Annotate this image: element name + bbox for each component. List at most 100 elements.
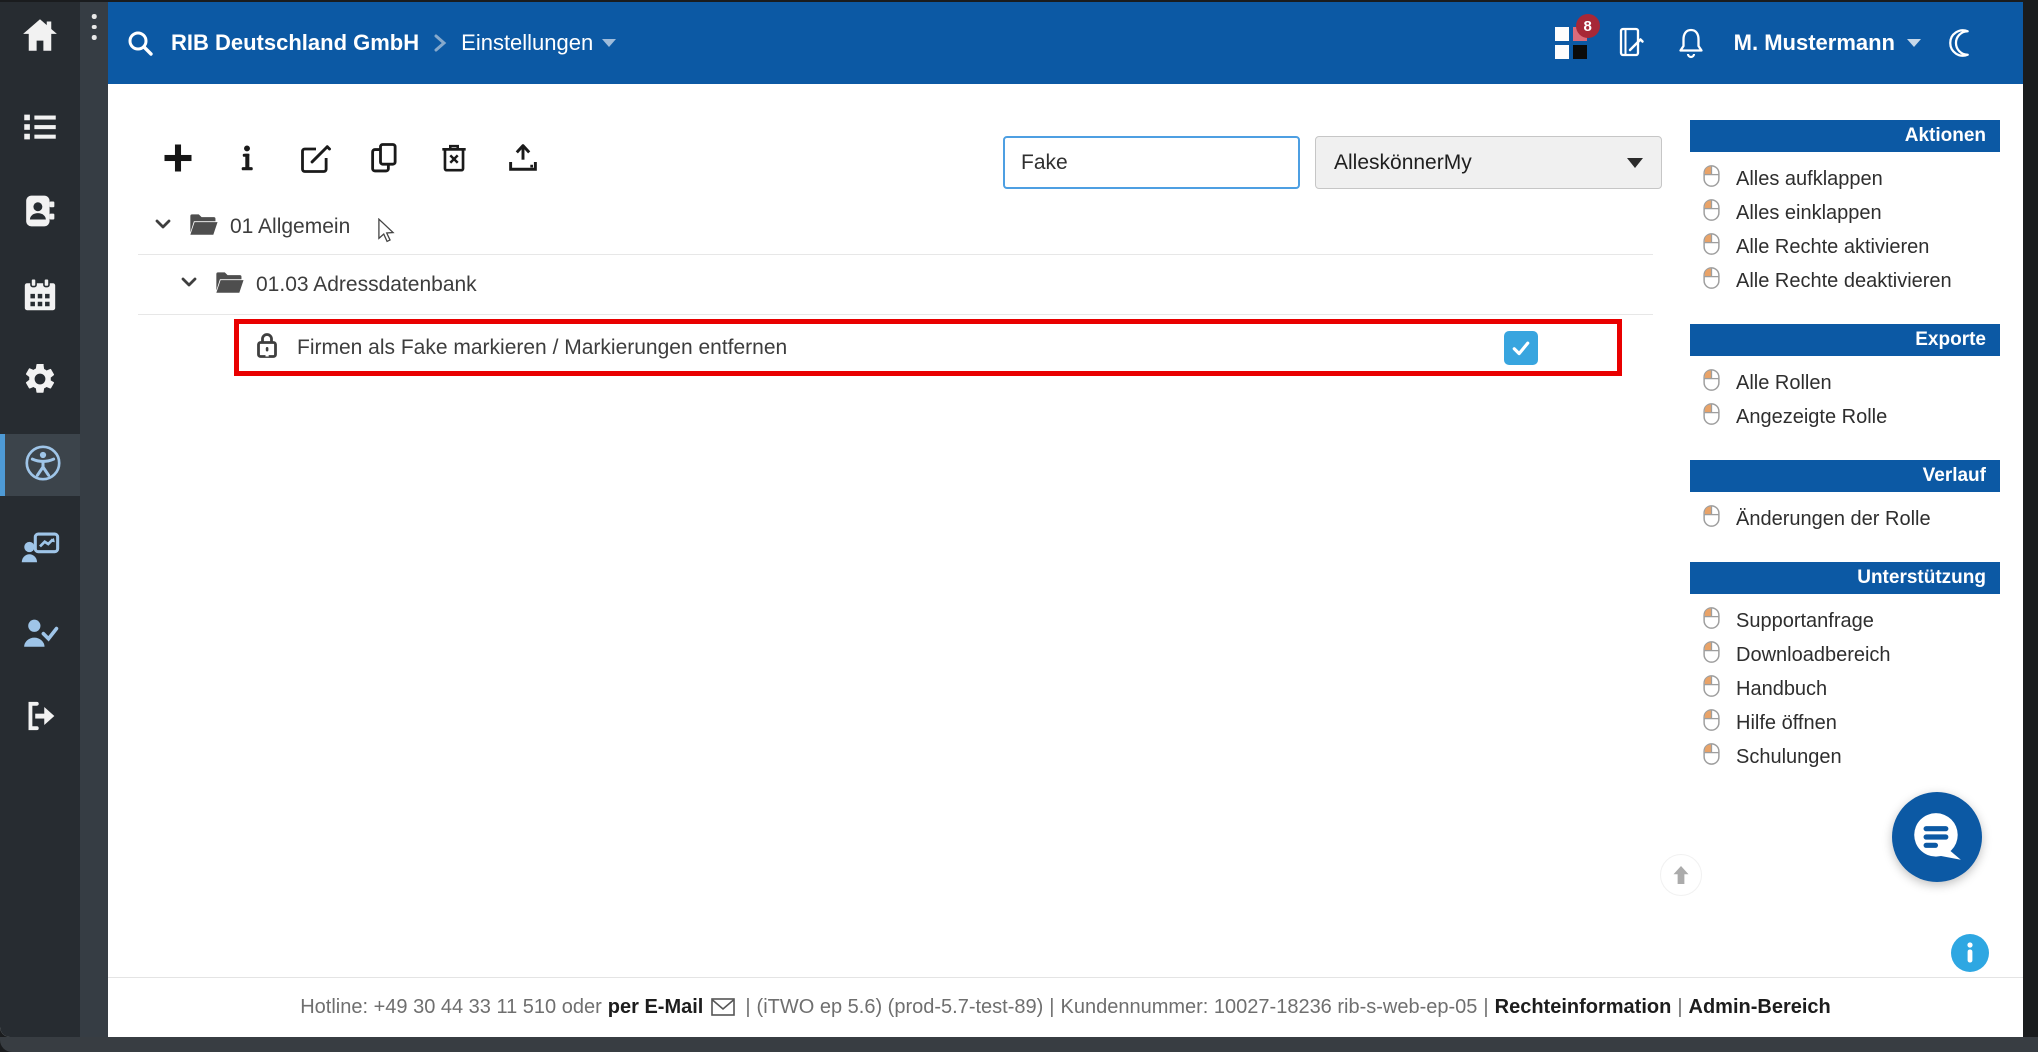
section-dropdown-caret-icon[interactable] — [602, 39, 616, 47]
add-button[interactable] — [158, 138, 198, 178]
address-book-icon — [23, 193, 57, 234]
tree-row-adressdatenbank[interactable]: 01.03 Adressdatenbank — [108, 255, 477, 314]
folder-open-icon — [188, 211, 218, 243]
footer-admin-link[interactable]: Admin-Bereich — [1689, 996, 1831, 1019]
panel-action-item[interactable]: Schulungen — [1690, 740, 2000, 774]
panel-item-list: Supportanfrage Downloadbereich — [1690, 604, 2000, 774]
dark-mode-moon-icon[interactable] — [1948, 28, 1978, 58]
accessibility-icon — [24, 444, 62, 487]
panel-action-item[interactable]: Downloadbereich — [1690, 638, 2000, 672]
permission-row-highlighted[interactable]: Firmen als Fake markieren / Markierungen… — [234, 319, 1622, 376]
panel-item-label: Angezeigte Rolle — [1736, 406, 1887, 429]
bell-icon[interactable] — [1675, 26, 1707, 60]
breadcrumb-company[interactable]: RIB Deutschland GmbH — [171, 30, 419, 56]
panel-item-label: Alles aufklappen — [1736, 168, 1883, 191]
sidebar-item-user-approve[interactable] — [0, 603, 80, 665]
main-area: RIB Deutschland GmbH Einstellungen 8 — [108, 2, 2023, 1037]
role-dropdown[interactable]: AlleskönnerMy — [1315, 136, 1662, 189]
panel-action-item[interactable]: Angezeigte Rolle — [1690, 400, 2000, 434]
panel-item-list: Alles aufklappen Alles einklappen — [1690, 162, 2000, 298]
sidebar-rail — [80, 2, 108, 1037]
apps-grid-icon[interactable]: 8 — [1553, 25, 1589, 61]
panel-section-title: Aktionen — [1690, 120, 2000, 152]
panel-action-item[interactable]: Alle Rechte aktivieren — [1690, 230, 2000, 264]
list-icon — [22, 112, 58, 147]
sidebar-item-contacts[interactable] — [0, 182, 80, 244]
sidebar-item-home[interactable] — [0, 6, 80, 68]
footer-email-link[interactable]: per E-Mail — [608, 996, 704, 1019]
panel-section-verlauf: Verlauf Änderungen der Rolle — [1690, 460, 2000, 536]
copy-button[interactable] — [365, 138, 405, 178]
footer-version: (iTWO ep 5.6) (prod-5.7-test-89) — [757, 996, 1044, 1019]
search-icon[interactable] — [126, 29, 154, 57]
chevron-down-icon[interactable] — [178, 272, 200, 298]
user-dropdown-caret-icon — [1907, 39, 1921, 47]
footer-hotline: Hotline: +49 30 44 33 11 510 oder — [300, 996, 602, 1019]
upload-button[interactable] — [503, 138, 543, 178]
sidebar-item-logout[interactable] — [0, 687, 80, 749]
panel-item-label: Handbuch — [1736, 678, 1827, 701]
envelope-icon[interactable] — [711, 998, 735, 1022]
footer-customer: Kundennummer: 10027-18236 rib-s-web-ep-0… — [1061, 996, 1478, 1019]
panel-section-title: Unterstützung — [1690, 562, 2000, 594]
tree-row-allgemein[interactable]: 01 Allgemein — [108, 198, 350, 255]
notifications-badge: 8 — [1576, 14, 1600, 38]
top-header-bar: RIB Deutschland GmbH Einstellungen 8 — [108, 2, 2023, 84]
panel-item-label: Änderungen der Rolle — [1736, 508, 1931, 531]
delete-button[interactable] — [434, 138, 474, 178]
app-window: RIB Deutschland GmbH Einstellungen 8 — [0, 0, 2038, 1052]
footer-separator: | — [1049, 996, 1054, 1019]
tree-node-label: 01.03 Adressdatenbank — [256, 273, 477, 297]
panel-action-item[interactable]: Änderungen der Rolle — [1690, 502, 2000, 536]
user-menu[interactable]: M. Mustermann — [1734, 30, 1921, 56]
sidebar-item-user-report[interactable] — [0, 518, 80, 580]
info-button-floating[interactable] — [1951, 934, 1989, 972]
footer-separator: | — [1483, 996, 1488, 1019]
left-sidebar — [0, 2, 80, 1037]
search-input[interactable] — [1003, 136, 1300, 189]
action-panel: Aktionen Alles aufklappen — [1690, 120, 2000, 800]
sidebar-menu-handle[interactable] — [92, 14, 97, 40]
folder-open-icon — [214, 269, 244, 301]
mouse-click-icon — [1702, 164, 1721, 194]
mouse-click-icon — [1702, 640, 1721, 670]
panel-action-item[interactable]: Supportanfrage — [1690, 604, 2000, 638]
topbar-right-group: 8 M. Mustermann — [1553, 25, 1978, 61]
footer-rights-link[interactable]: Rechteinformation — [1495, 996, 1672, 1019]
panel-item-label: Alle Rollen — [1736, 372, 1832, 395]
panel-section-exporte: Exporte Alle Rollen — [1690, 324, 2000, 434]
window-frame-bottom — [0, 1037, 2038, 1052]
permission-checkbox-checked[interactable] — [1504, 331, 1538, 365]
sidebar-item-modules[interactable] — [0, 98, 80, 160]
mouse-click-icon — [1702, 606, 1721, 636]
tree-toolbar — [158, 138, 543, 178]
panel-action-item[interactable]: Alle Rechte deaktivieren — [1690, 264, 2000, 298]
logout-icon — [21, 699, 59, 738]
panel-action-item[interactable]: Alle Rollen — [1690, 366, 2000, 400]
tree-node-label: 01 Allgemein — [230, 215, 350, 239]
dropdown-caret-icon — [1627, 158, 1643, 168]
sidebar-item-settings[interactable] — [0, 350, 80, 412]
panel-action-item[interactable]: Hilfe öffnen — [1690, 706, 2000, 740]
release-notes-icon[interactable] — [1616, 26, 1648, 60]
panel-item-label: Alle Rechte deaktivieren — [1736, 270, 1952, 293]
edit-button[interactable] — [296, 138, 336, 178]
sidebar-item-calendar[interactable] — [0, 266, 80, 328]
chevron-down-icon[interactable] — [152, 214, 174, 240]
breadcrumb-chevron-icon — [433, 33, 447, 53]
mouse-click-icon — [1702, 266, 1721, 296]
calendar-icon — [22, 277, 58, 318]
panel-action-item[interactable]: Alles einklappen — [1690, 196, 2000, 230]
scroll-to-top-button[interactable] — [1660, 854, 1702, 896]
sidebar-item-accessibility[interactable] — [0, 434, 80, 496]
chat-support-button[interactable] — [1892, 792, 1982, 882]
panel-action-item[interactable]: Handbuch — [1690, 672, 2000, 706]
row-divider — [138, 314, 1653, 315]
panel-action-item[interactable]: Alles aufklappen — [1690, 162, 2000, 196]
permission-label: Firmen als Fake markieren / Markierungen… — [297, 336, 787, 360]
panel-item-label: Supportanfrage — [1736, 610, 1874, 633]
info-button[interactable] — [227, 138, 267, 178]
breadcrumb-section[interactable]: Einstellungen — [461, 30, 593, 56]
user-name: M. Mustermann — [1734, 30, 1895, 56]
footer-separator: | — [1677, 996, 1682, 1019]
